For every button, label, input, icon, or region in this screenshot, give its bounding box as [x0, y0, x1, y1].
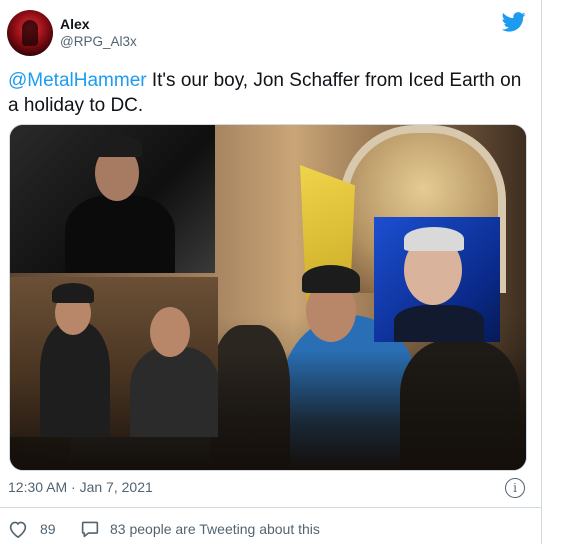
tweet-photo[interactable]	[9, 124, 527, 471]
author-handle[interactable]: @RPG_Al3x	[60, 34, 137, 49]
tweet-card: Alex @RPG_Al3x @MetalHammer It's our boy…	[0, 0, 542, 544]
inset-cap	[52, 283, 94, 303]
divider	[0, 507, 541, 508]
speech-bubble-icon	[81, 521, 99, 538]
twitter-bird-icon[interactable]	[502, 12, 526, 32]
like-button[interactable]: 89	[8, 520, 56, 538]
tweet-text: @MetalHammer It's our boy, Jon Schaffer …	[8, 68, 528, 118]
like-count: 89	[40, 521, 56, 537]
tweet-timestamp[interactable]: 12:30 AM · Jan 7, 2021	[8, 479, 153, 495]
inset-head	[150, 307, 190, 357]
avatar[interactable]	[7, 10, 53, 56]
info-icon[interactable]: i	[505, 478, 525, 498]
heart-icon	[9, 521, 27, 538]
portrait-figure	[65, 195, 175, 273]
singer-figure	[394, 305, 484, 342]
inset-photo-singer	[374, 217, 500, 342]
inset-figure	[40, 322, 110, 437]
black-cap	[302, 265, 360, 293]
inset-photo-crowd	[10, 277, 218, 437]
mention-link[interactable]: @MetalHammer	[8, 70, 147, 91]
avatar-figure	[22, 20, 38, 46]
author-name[interactable]: Alex	[60, 16, 90, 32]
conversation-text: 83 people are Tweeting about this	[110, 521, 320, 537]
conversation-button[interactable]: 83 people are Tweeting about this	[80, 520, 320, 538]
portrait-cap	[94, 135, 142, 157]
inset-photo-portrait	[10, 125, 215, 273]
inset-figure	[130, 347, 218, 437]
singer-hair	[404, 227, 464, 251]
